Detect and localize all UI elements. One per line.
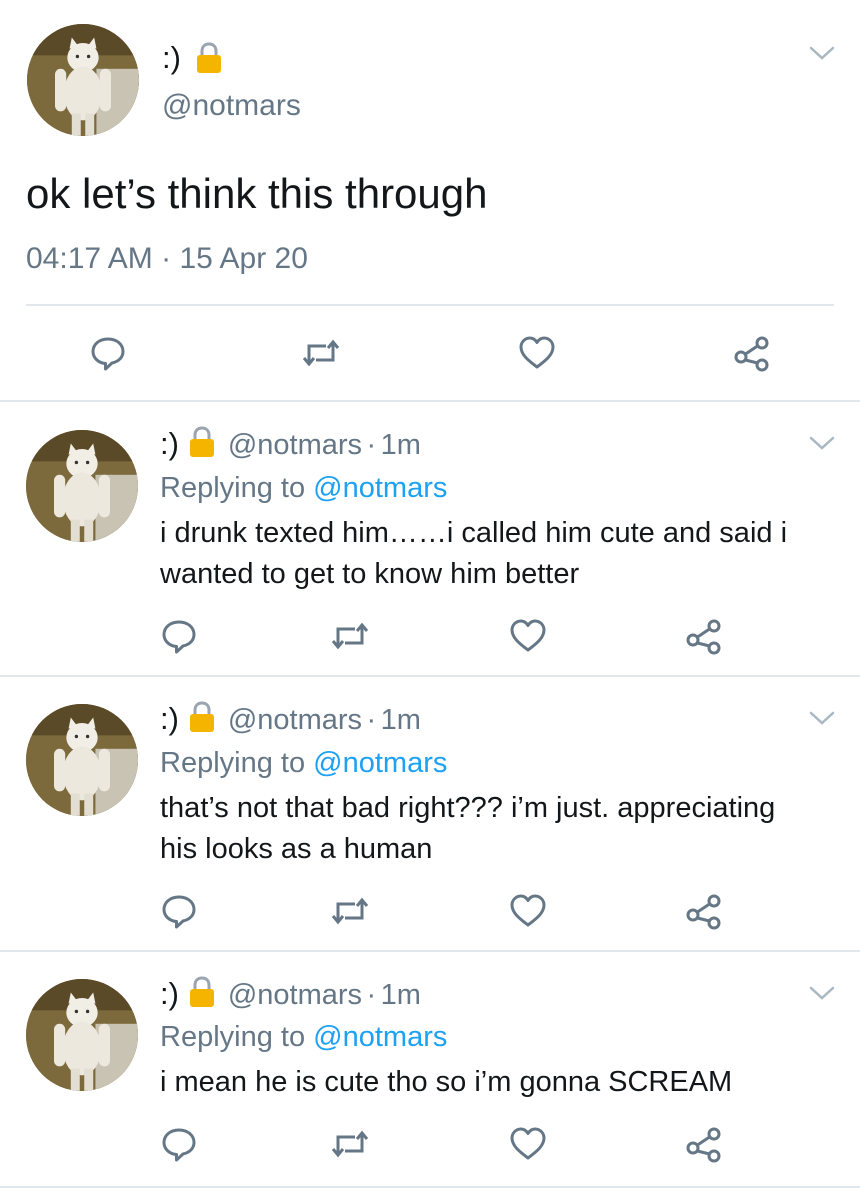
reply-text-line: i mean he is cute tho so i’m gonna SCREA… <box>160 1066 733 1098</box>
meta-separator: · <box>366 979 377 1011</box>
reply-text: that’s not that bad right??? i’m just. a… <box>160 788 775 870</box>
chevron-down-icon[interactable] <box>808 709 836 727</box>
like-button[interactable] <box>505 888 551 934</box>
replying-prefix: Replying to <box>160 472 306 504</box>
tweet-age[interactable]: 1m <box>381 704 421 736</box>
divider <box>26 304 834 306</box>
replying-handle-link[interactable]: @notmars <box>313 472 447 504</box>
reply-button[interactable] <box>156 1121 202 1167</box>
replying-prefix: Replying to <box>160 1021 306 1053</box>
share-button[interactable] <box>681 888 727 934</box>
display-name[interactable]: :) <box>160 701 179 736</box>
share-icon <box>684 1124 724 1164</box>
replying-to: Replying to @notmars <box>160 472 447 505</box>
share-button[interactable] <box>729 330 775 376</box>
display-name[interactable]: :) <box>160 426 179 461</box>
tweet-age[interactable]: 1m <box>381 429 421 461</box>
lock-icon <box>189 701 215 733</box>
replying-handle-link[interactable]: @notmars <box>313 1021 447 1053</box>
reply-button[interactable] <box>156 613 202 659</box>
reply-text-line: i drunk texted him……i called him cute an… <box>160 517 788 549</box>
chevron-down-icon[interactable] <box>808 44 836 62</box>
reply-icon <box>159 891 199 931</box>
share-icon <box>684 891 724 931</box>
reply-text-line: wanted to get to know him better <box>160 558 580 590</box>
meta-separator: · <box>366 429 377 461</box>
like-button[interactable] <box>514 330 560 376</box>
replying-prefix: Replying to <box>160 747 306 779</box>
share-icon <box>732 333 772 373</box>
retweet-button[interactable] <box>298 330 344 376</box>
reply-button[interactable] <box>156 888 202 934</box>
reply-header: :) @notmars · 1m <box>160 976 421 1012</box>
reply-text-line: that’s not that bad right??? i’m just. a… <box>160 792 776 824</box>
lock-icon <box>189 426 215 458</box>
display-name[interactable]: :) <box>160 976 179 1011</box>
retweet-icon <box>330 891 370 931</box>
avatar[interactable] <box>26 430 138 542</box>
display-name[interactable]: :) <box>162 40 181 76</box>
retweet-icon <box>330 1124 370 1164</box>
retweet-button[interactable] <box>327 1121 373 1167</box>
chevron-down-icon[interactable] <box>808 984 836 1002</box>
chevron-down-icon[interactable] <box>808 434 836 452</box>
divider <box>0 400 860 402</box>
reply-text-line: his looks as a human <box>160 833 433 865</box>
reply-text: i mean he is cute tho so i’m gonna SCREA… <box>160 1062 732 1103</box>
retweet-button[interactable] <box>327 613 373 659</box>
reply-text: i drunk texted him……i called him cute an… <box>160 513 787 595</box>
share-icon <box>684 616 724 656</box>
heart-icon <box>508 891 548 931</box>
avatar[interactable] <box>26 704 138 816</box>
tweet-date: 15 Apr 20 <box>179 242 308 275</box>
like-button[interactable] <box>505 613 551 659</box>
tweet-text: ok let’s think this through <box>26 170 488 217</box>
avatar[interactable] <box>26 979 138 1091</box>
lock-icon <box>189 976 215 1008</box>
handle[interactable]: @notmars <box>228 979 362 1011</box>
timestamp-separator: · <box>161 242 172 275</box>
divider <box>0 950 860 952</box>
tweet-time: 04:17 AM <box>26 242 153 275</box>
retweet-icon <box>330 616 370 656</box>
reply-icon <box>88 333 128 373</box>
reply-button[interactable] <box>85 330 131 376</box>
reply-icon <box>159 616 199 656</box>
replying-handle-link[interactable]: @notmars <box>313 747 447 779</box>
divider <box>0 1186 860 1188</box>
handle[interactable]: @notmars <box>228 429 362 461</box>
share-button[interactable] <box>681 613 727 659</box>
reply-icon <box>159 1124 199 1164</box>
replying-to: Replying to @notmars <box>160 747 447 780</box>
avatar[interactable] <box>27 24 139 136</box>
tweet-age[interactable]: 1m <box>381 979 421 1011</box>
lock-icon <box>196 42 222 74</box>
retweet-button[interactable] <box>327 888 373 934</box>
like-button[interactable] <box>505 1121 551 1167</box>
retweet-icon <box>301 333 341 373</box>
heart-icon <box>508 616 548 656</box>
tweet-timestamp[interactable]: 04:17 AM · 15 Apr 20 <box>26 242 308 276</box>
meta-separator: · <box>366 704 377 736</box>
reply-header: :) @notmars · 1m <box>160 701 421 737</box>
divider <box>0 675 860 677</box>
share-button[interactable] <box>681 1121 727 1167</box>
handle[interactable]: @notmars <box>228 704 362 736</box>
reply-header: :) @notmars · 1m <box>160 426 421 462</box>
handle[interactable]: @notmars <box>162 89 301 123</box>
heart-icon <box>517 333 557 373</box>
heart-icon <box>508 1124 548 1164</box>
replying-to: Replying to @notmars <box>160 1021 447 1054</box>
